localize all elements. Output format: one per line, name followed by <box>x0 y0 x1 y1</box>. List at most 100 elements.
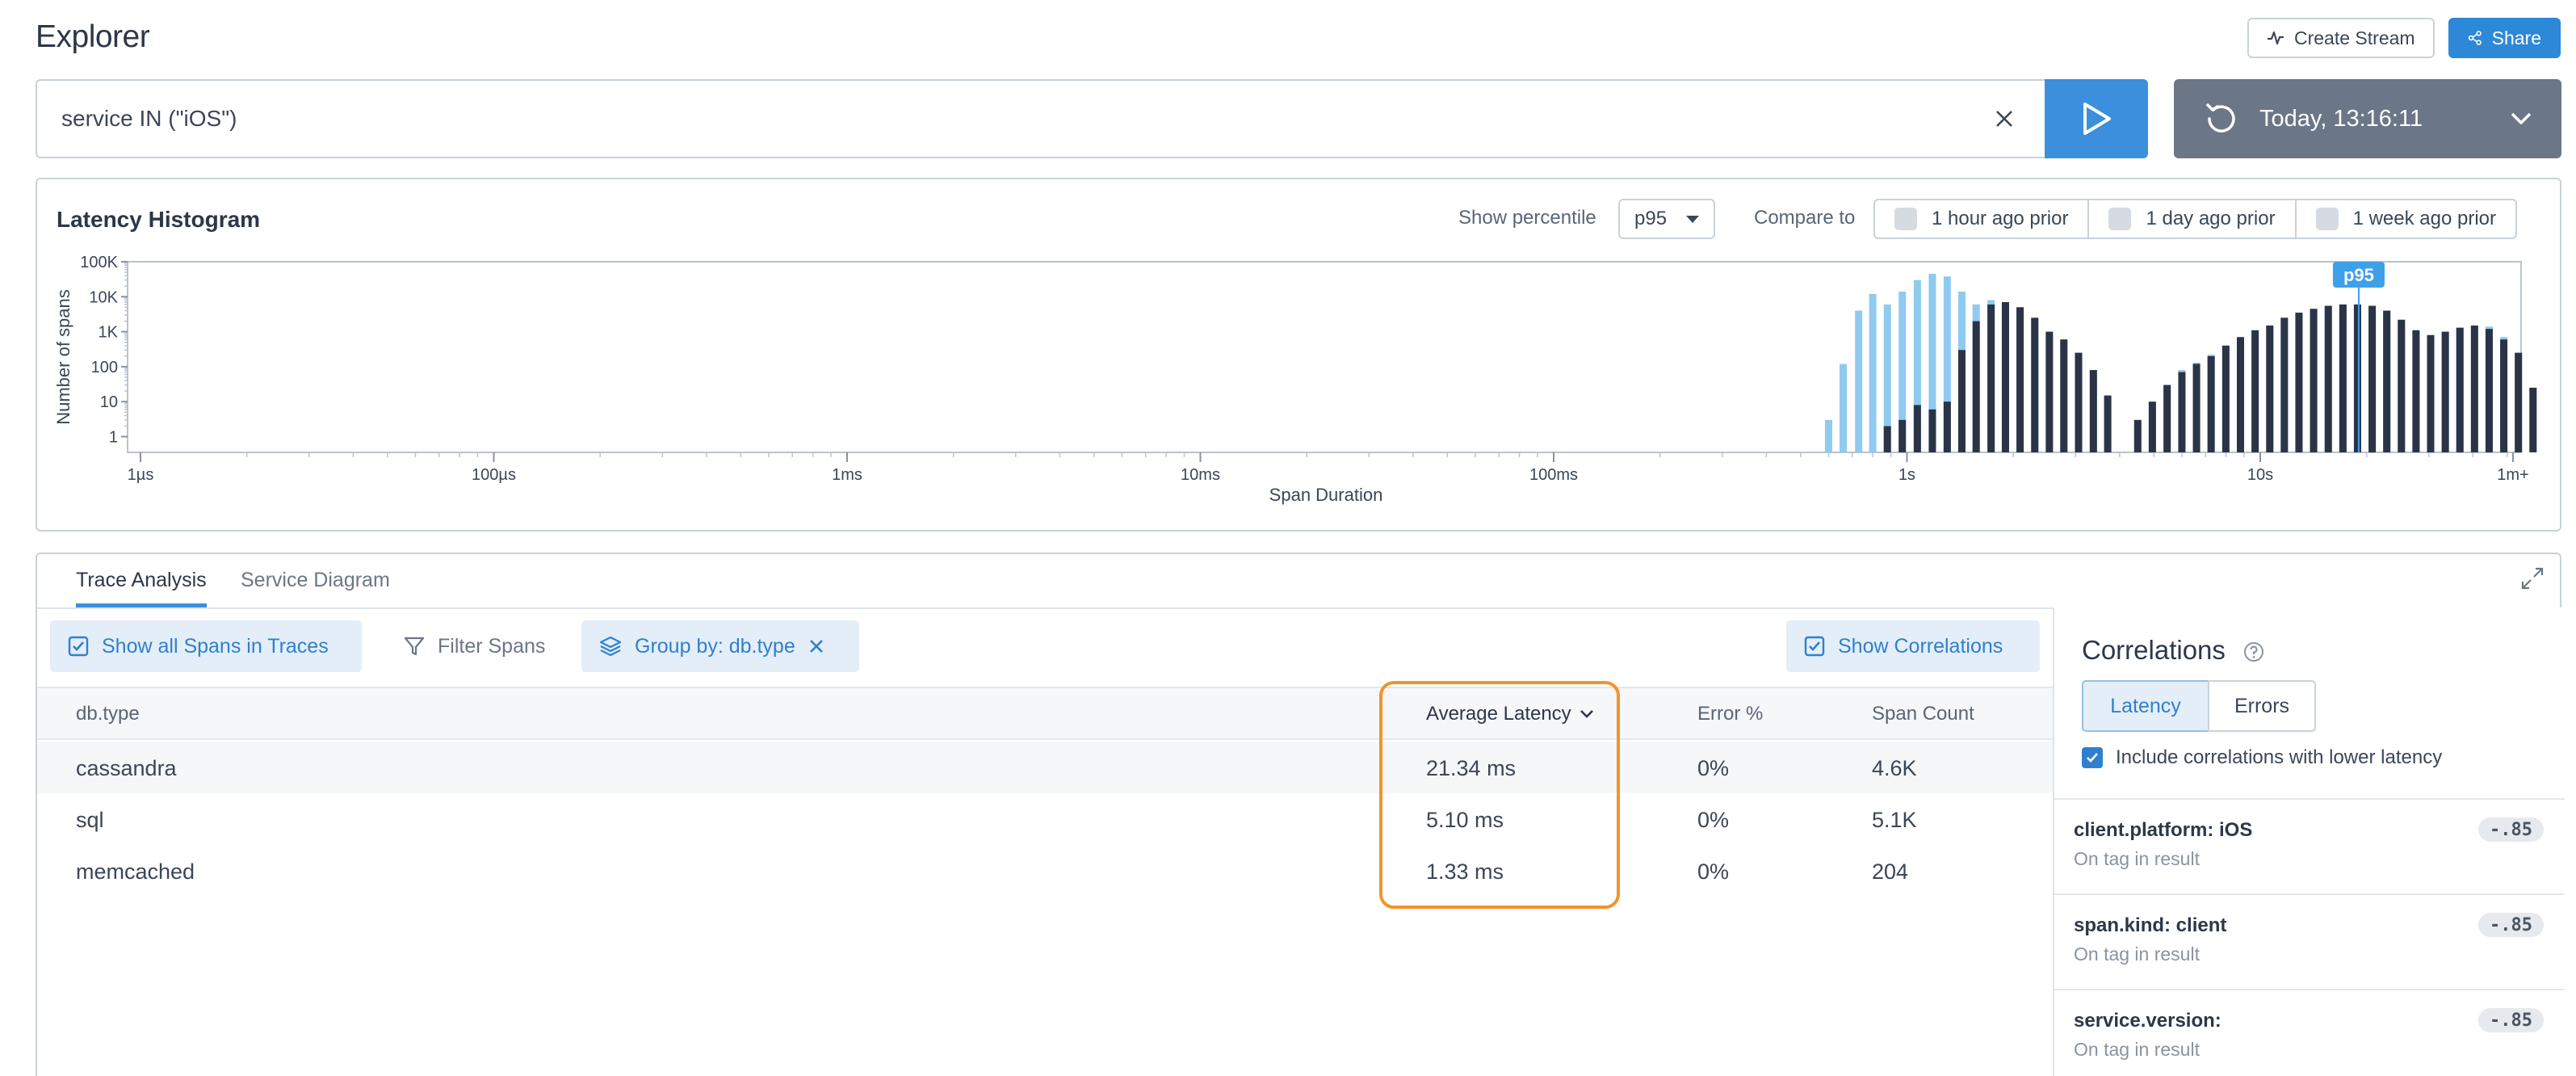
histogram-bar-dark <box>2221 345 2230 452</box>
table-row[interactable]: sql 5.10 ms 0% 5.1K <box>37 793 2053 845</box>
expand-icon[interactable] <box>2519 565 2545 591</box>
chevron-down-icon <box>1580 710 1593 718</box>
y-tick-label: 100K <box>80 254 118 271</box>
filter-icon <box>404 637 425 656</box>
history-icon <box>2206 103 2235 132</box>
table-row[interactable]: memcached 1.33 ms 0% 204 <box>37 845 2053 897</box>
show-correlations-button[interactable]: Show Correlations <box>1786 620 2040 672</box>
query-input[interactable]: service IN ("iOS") <box>36 79 2045 158</box>
percentile-marker-label: p95 <box>2343 265 2374 285</box>
show-all-spans-label: Show all Spans in Traces <box>102 634 329 658</box>
close-icon <box>1996 111 2012 127</box>
tab-service-diagram[interactable]: Service Diagram <box>241 569 390 603</box>
checkbox-checked-icon <box>1804 636 1825 657</box>
create-stream-button[interactable]: Create Stream <box>2247 18 2435 58</box>
column-average-latency[interactable]: Average Latency <box>1426 703 1594 725</box>
correlation-score[interactable]: -.85 <box>2478 913 2544 937</box>
cell-average-latency: 1.33 ms <box>1426 860 1504 884</box>
x-tick-label: 1ms <box>832 466 862 484</box>
correlation-score[interactable]: -.85 <box>2478 818 2544 842</box>
histogram-bar-dark <box>2251 330 2259 452</box>
histogram-bar-dark <box>2427 334 2435 452</box>
histogram-bar-dark <box>1883 426 1891 452</box>
column-span-count[interactable]: Span Count <box>1872 703 1974 725</box>
correlation-item[interactable]: span.kind: client On tag in result -.85 <box>2054 893 2565 989</box>
correlation-mode-errors[interactable]: Errors <box>2208 680 2316 732</box>
play-icon <box>2083 103 2111 135</box>
histogram-bar-dark <box>2060 339 2068 452</box>
show-all-spans-button[interactable]: Show all Spans in Traces <box>50 620 362 672</box>
close-icon[interactable] <box>808 638 824 654</box>
x-tick-label: 10ms <box>1181 466 1220 484</box>
cell-average-latency: 5.10 ms <box>1426 808 1504 832</box>
latency-histogram-chart[interactable]: 100K 10K 1K 100 10 1 1µs 100µs 1ms 10ms 100ms 1s 10s… <box>37 179 2560 530</box>
cell-span-count: 5.1K <box>1872 808 1917 832</box>
correlation-score[interactable]: -.85 <box>2478 1008 2544 1032</box>
histogram-bar-dark <box>2295 313 2303 452</box>
y-tick-label: 1 <box>109 429 118 447</box>
histogram-bar-dark <box>2383 310 2391 452</box>
correlation-mode-latency[interactable]: Latency <box>2082 680 2209 732</box>
help-icon[interactable] <box>2243 641 2264 662</box>
show-correlations-label: Show Correlations <box>1838 634 2003 658</box>
histogram-bar-dark <box>2456 327 2464 452</box>
histogram-bar-dark <box>2368 305 2377 452</box>
histogram-bar-dark <box>2266 325 2274 452</box>
histogram-bar-dark <box>1957 350 1966 452</box>
cell-error-percent: 0% <box>1697 808 1730 832</box>
plot-frame <box>127 261 2522 453</box>
histogram-bar-dark <box>1898 419 1907 452</box>
filter-spans-button[interactable]: Filter Spans <box>386 620 593 672</box>
y-tick-label: 1K <box>99 324 119 342</box>
x-tick-label: 1s <box>1898 466 1915 484</box>
run-query-button[interactable] <box>2045 79 2148 158</box>
time-range-selector[interactable]: Today, 13:16:11 <box>2174 79 2561 158</box>
checkbox-checked-icon[interactable] <box>2082 747 2103 768</box>
tab-trace-analysis[interactable]: Trace Analysis <box>76 569 207 607</box>
histogram-bar-dark <box>1913 405 1921 452</box>
y-tick-label: 100 <box>91 359 118 376</box>
cell-average-latency: 21.34 ms <box>1426 756 1517 780</box>
column-db-type[interactable]: db.type <box>76 703 140 725</box>
histogram-bar-dark <box>2207 355 2215 452</box>
correlations-title: Correlations <box>2082 635 2226 665</box>
histogram-bar-dark <box>2001 302 2009 452</box>
chevron-down-icon <box>2511 112 2532 124</box>
table-row[interactable]: cassandra 21.34 ms 0% 4.6K <box>37 742 2053 793</box>
histogram-bar-dark <box>2045 331 2054 452</box>
share-button[interactable]: Share <box>2448 18 2561 58</box>
histogram-bar-dark <box>2133 419 2142 452</box>
histogram-bar-light <box>1840 364 1848 452</box>
table-header: db.type Average Latency Error % Span Cou… <box>37 687 2053 740</box>
correlation-name: client.platform: iOS <box>2074 819 2253 841</box>
group-by-chip[interactable]: Group by: db.type <box>581 620 859 672</box>
cell-span-count: 204 <box>1872 860 1909 884</box>
clear-query-button[interactable] <box>1988 103 2020 135</box>
histogram-bar-dark <box>2441 331 2449 452</box>
histogram-bar-dark <box>2324 305 2332 452</box>
create-stream-label: Create Stream <box>2294 27 2415 48</box>
correlation-item[interactable]: service.version: On tag in result -.85 <box>2054 989 2565 1076</box>
histogram-bar-dark <box>2529 387 2537 452</box>
cell-db-type: sql <box>76 808 104 832</box>
time-label: Today, 13:16:11 <box>2259 105 2423 132</box>
histogram-bar-light <box>1855 310 1863 452</box>
histogram-bar-dark <box>2500 339 2508 452</box>
column-error-percent[interactable]: Error % <box>1697 703 1763 725</box>
cell-error-percent: 0% <box>1697 756 1730 780</box>
histogram-bar-dark <box>2163 385 2171 452</box>
histogram-bar-light <box>1869 293 1877 452</box>
trace-analysis-panel: Trace Analysis Service Diagram Show all … <box>36 553 2565 1076</box>
include-lower-latency-option[interactable]: Include correlations with lower latency <box>2082 746 2442 769</box>
latency-histogram-panel: Latency Histogram Show percentile p95 Co… <box>36 178 2561 532</box>
correlation-name: span.kind: client <box>2074 914 2227 936</box>
cell-error-percent: 0% <box>1697 860 1730 884</box>
histogram-bar-dark <box>1943 401 1951 452</box>
pulse-icon <box>2268 31 2284 45</box>
histogram-bar-dark <box>2236 337 2244 452</box>
query-text: service IN ("iOS") <box>61 106 237 131</box>
correlation-subtitle: On tag in result <box>2074 944 2200 965</box>
histogram-bar-dark <box>2280 317 2289 452</box>
y-tick-label: 10 <box>100 393 118 411</box>
correlation-item[interactable]: client.platform: iOS On tag in result -.… <box>2054 798 2565 893</box>
